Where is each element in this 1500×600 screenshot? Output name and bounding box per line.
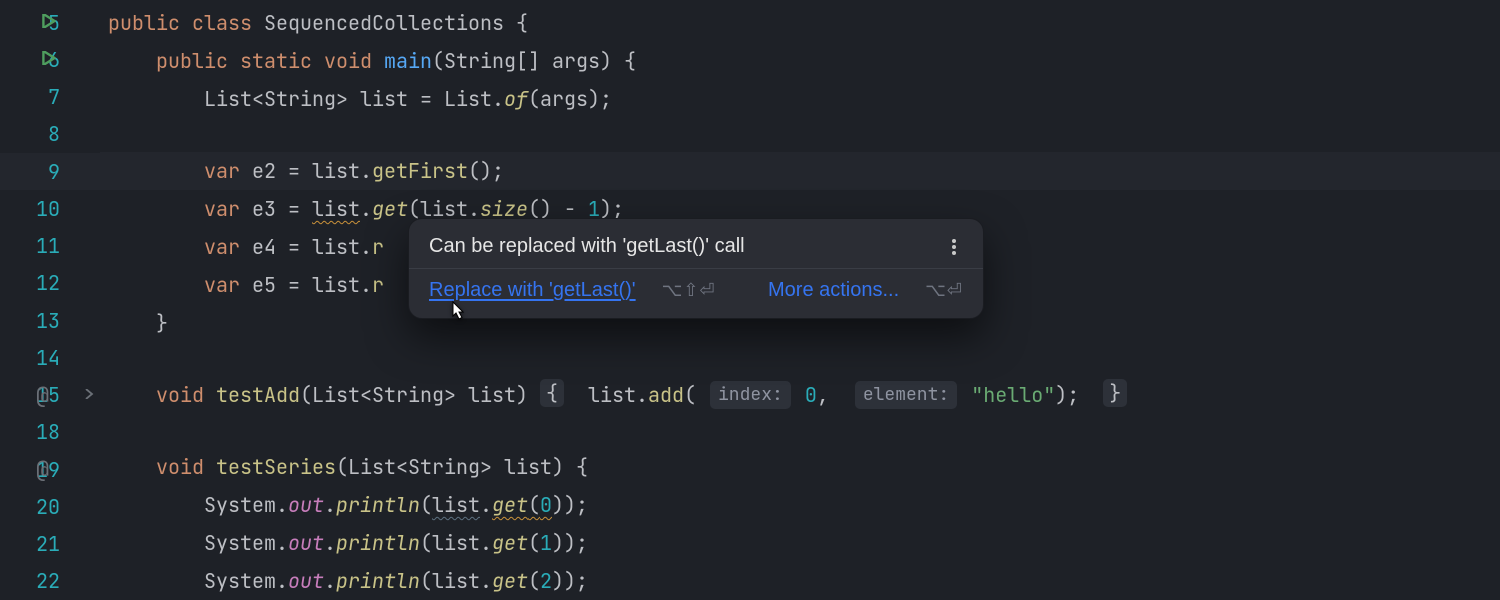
line-number: 7 xyxy=(36,84,60,110)
intention-popup: Can be replaced with 'getLast()' call Re… xyxy=(408,218,984,319)
inspection-warning[interactable]: list xyxy=(312,196,360,222)
line-number: 10 xyxy=(36,196,60,222)
shortcut-hint: ⌥⏎ xyxy=(925,280,963,301)
gutter-line[interactable]: 13 xyxy=(0,302,100,339)
code-line[interactable] xyxy=(100,342,1500,376)
line-number: 13 xyxy=(36,308,60,334)
quickfix-link[interactable]: Replace with 'getLast()' xyxy=(429,279,636,302)
more-icon[interactable] xyxy=(945,238,963,256)
line-number: 9 xyxy=(36,159,60,185)
gutter-line[interactable]: 21 xyxy=(0,526,100,563)
code-line[interactable]: void testAdd(List<String> list) { list.a… xyxy=(100,376,1500,414)
gutter-line[interactable]: 11 xyxy=(0,228,100,265)
gutter-line[interactable]: 12 xyxy=(0,265,100,302)
annotation-icon[interactable]: @ xyxy=(36,455,49,484)
code-line[interactable]: System.out.println(list.get(2)); xyxy=(100,562,1500,600)
inspection-warning[interactable]: get(0 xyxy=(492,492,552,518)
run-icon[interactable] xyxy=(42,49,56,70)
code-line[interactable] xyxy=(100,118,1500,152)
gutter-line[interactable]: 7 xyxy=(0,79,100,116)
gutter-line[interactable]: 10 xyxy=(0,190,100,227)
line-number: 22 xyxy=(36,568,60,594)
annotation-icon[interactable]: @ xyxy=(36,381,49,410)
code-line[interactable]: List<String> list = List.of(args); xyxy=(100,80,1500,118)
code-line[interactable]: var e2 = list.getFirst(); xyxy=(100,152,1500,190)
gutter-line[interactable]: 6 xyxy=(0,41,100,78)
run-icon[interactable] xyxy=(42,12,56,33)
inspection-message: Can be replaced with 'getLast()' call xyxy=(429,235,745,258)
gutter-line[interactable]: 20 xyxy=(0,488,100,525)
gutter: 5 6 7 8 9 10 11 12 13 14 @ 15 18 @ 19 20… xyxy=(0,0,100,600)
gutter-line[interactable]: @ 19 xyxy=(0,451,100,488)
gutter-line[interactable]: 5 xyxy=(0,4,100,41)
more-actions-link[interactable]: More actions... xyxy=(768,279,899,302)
code-line[interactable] xyxy=(100,414,1500,448)
code-line[interactable]: void testSeries(List<String> list) { xyxy=(100,448,1500,486)
fold-brace[interactable]: { xyxy=(540,379,564,407)
fold-brace[interactable]: } xyxy=(1103,379,1127,407)
code-line[interactable]: public static void main(String[] args) { xyxy=(100,42,1500,80)
inspection-info[interactable]: list xyxy=(432,492,480,518)
gutter-line[interactable]: @ 15 xyxy=(0,377,100,414)
inlay-hint-index[interactable]: index: xyxy=(710,381,791,409)
gutter-line[interactable]: 22 xyxy=(0,563,100,600)
gutter-line[interactable]: 14 xyxy=(0,339,100,376)
gutter-line[interactable]: 8 xyxy=(0,116,100,153)
line-number: 11 xyxy=(36,233,60,259)
line-number: 12 xyxy=(36,270,60,296)
line-number: 18 xyxy=(36,419,60,445)
line-number: 14 xyxy=(36,345,60,371)
code-line[interactable]: System.out.println(list.get(0)); xyxy=(100,486,1500,524)
line-number: 20 xyxy=(36,494,60,520)
gutter-line[interactable]: 9 xyxy=(0,153,100,190)
line-number: 21 xyxy=(36,531,60,557)
inlay-hint-element[interactable]: element: xyxy=(855,381,957,409)
shortcut-hint: ⌥⇧⏎ xyxy=(662,280,716,301)
code-line[interactable]: System.out.println(list.get(1)); xyxy=(100,524,1500,562)
gutter-line[interactable]: 18 xyxy=(0,414,100,451)
line-number: 8 xyxy=(36,121,60,147)
code-editor[interactable]: 5 6 7 8 9 10 11 12 13 14 @ 15 18 @ 19 20… xyxy=(0,0,1500,600)
chevron-right-icon[interactable] xyxy=(84,386,94,404)
code-line[interactable]: public class SequencedCollections { xyxy=(100,4,1500,42)
